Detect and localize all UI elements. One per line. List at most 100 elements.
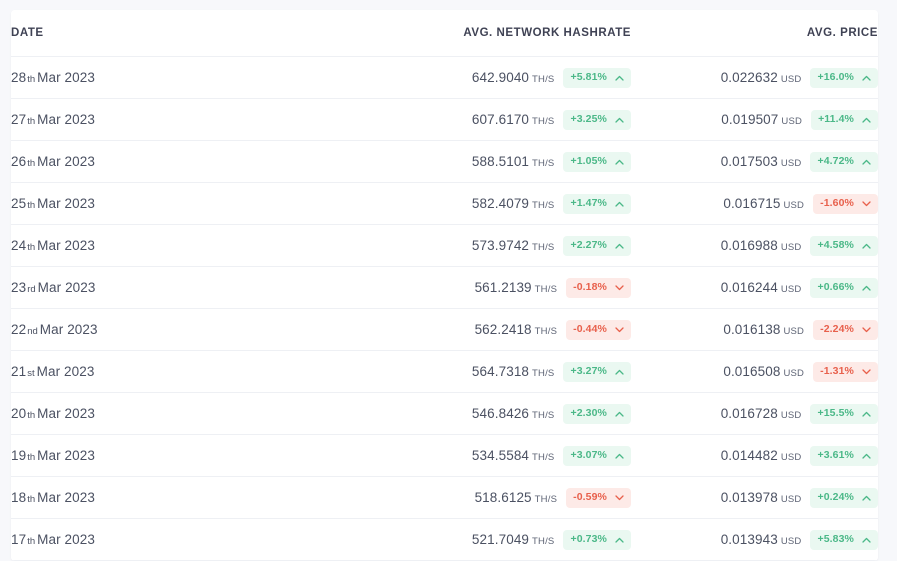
date-ordinal-suffix: th: [27, 241, 36, 253]
hashrate-value: 607.6170: [471, 111, 530, 127]
table-header-row: DATE AVG. NETWORK HASHRATE AVG. PRICE: [11, 10, 878, 57]
change-badge: +16.0%: [810, 67, 878, 88]
date-ordinal-suffix: st: [27, 367, 35, 379]
change-badge: -0.44%: [566, 319, 631, 340]
chevron-up-icon: [615, 537, 624, 543]
date-ordinal-suffix: th: [27, 409, 36, 421]
table-row[interactable]: 26th Mar 2023 588.5101 TH/s +1.05% 0.017503 US…: [11, 140, 878, 183]
date-ordinal-suffix: th: [27, 199, 36, 211]
price-value: 0.017503: [720, 153, 778, 169]
hashrate-value: 582.4079: [471, 195, 530, 211]
chevron-up-icon: [862, 75, 871, 81]
table-row[interactable]: 18th Mar 2023 518.6125 TH/s -0.59% 0.013978 US…: [11, 476, 878, 519]
cell-date: 21st Mar 2023: [11, 350, 311, 393]
table-row[interactable]: 28th Mar 2023 642.9040 TH/s +5.81% 0.022632 US…: [11, 56, 878, 99]
price-unit: USD: [781, 115, 803, 127]
date-day: 23: [11, 279, 27, 295]
hashrate-unit: TH/s: [532, 409, 555, 421]
date-ordinal-suffix: th: [27, 493, 36, 505]
cell-avg-price: 0.016138 USD -2.24%: [631, 308, 878, 351]
table-row[interactable]: 27th Mar 2023 607.6170 TH/s +3.25% 0.019507 US…: [11, 98, 878, 141]
cell-avg-network-hashrate: 642.9040 TH/s +5.81%: [311, 56, 631, 99]
change-percent: +0.24%: [817, 491, 854, 504]
date-ordinal-suffix: th: [27, 535, 36, 547]
price-unit: USD: [780, 73, 802, 85]
cell-avg-price: 0.019507 USD +11.4%: [631, 98, 878, 141]
chevron-down-icon: [862, 326, 871, 333]
cell-avg-price: 0.016988 USD +4.58%: [631, 224, 878, 267]
hashrate-unit: TH/s: [532, 115, 555, 127]
chevron-up-icon: [615, 117, 624, 123]
change-percent: -0.44%: [573, 323, 607, 336]
cell-avg-network-hashrate: 573.9742 TH/s +2.27%: [311, 224, 631, 267]
date-ordinal-suffix: th: [27, 451, 36, 463]
table-row[interactable]: 22nd Mar 2023 562.2418 TH/s -0.44% 0.016138 US…: [11, 308, 878, 351]
date-day: 26: [11, 153, 27, 169]
column-header-date[interactable]: DATE: [11, 10, 311, 57]
table-row[interactable]: 20th Mar 2023 546.8426 TH/s +2.30% 0.016728 US…: [11, 392, 878, 435]
price-value: 0.013978: [720, 489, 778, 505]
price-value: 0.016715: [723, 195, 781, 211]
chevron-up-icon: [862, 537, 871, 543]
cell-date: 23rd Mar 2023: [11, 266, 311, 309]
cell-date: 28th Mar 2023: [11, 56, 311, 99]
cell-avg-network-hashrate: 521.7049 TH/s +0.73%: [311, 518, 631, 561]
cell-avg-price: 0.013943 USD +5.83%: [631, 518, 878, 561]
hashrate-value: 546.8426: [471, 405, 530, 421]
table-row[interactable]: 24th Mar 2023 573.9742 TH/s +2.27% 0.016988 US…: [11, 224, 878, 267]
change-percent: -1.60%: [820, 197, 854, 210]
hashrate-value: 562.2418: [474, 321, 532, 337]
cell-avg-price: 0.016508 USD -1.31%: [631, 350, 878, 393]
date-month-year: Mar 2023: [37, 279, 96, 295]
hashrate-unit: TH/s: [532, 367, 555, 379]
cell-avg-price: 0.016715 USD -1.60%: [631, 182, 878, 225]
change-badge: -0.18%: [566, 277, 631, 298]
date-month-year: Mar 2023: [37, 237, 95, 253]
change-badge: -0.59%: [566, 487, 631, 508]
price-value: 0.019507: [721, 111, 779, 127]
cell-avg-price: 0.013978 USD +0.24%: [631, 476, 878, 519]
date-month-year: Mar 2023: [37, 153, 95, 169]
price-value: 0.014482: [720, 447, 778, 463]
hashrate-unit: TH/s: [532, 199, 555, 211]
table-row[interactable]: 23rd Mar 2023 561.2139 TH/s -0.18% 0.016244 US…: [11, 266, 878, 309]
chevron-down-icon: [862, 368, 871, 375]
table-row[interactable]: 17th Mar 2023 521.7049 TH/s +0.73% 0.013943 US…: [11, 518, 878, 561]
change-badge: +3.27%: [563, 361, 631, 382]
chevron-up-icon: [615, 201, 624, 207]
change-percent: +2.27%: [570, 239, 607, 252]
cell-avg-price: 0.022632 USD +16.0%: [631, 56, 878, 99]
price-unit: USD: [783, 199, 805, 211]
date-day: 21: [11, 363, 27, 379]
table-row[interactable]: 25th Mar 2023 582.4079 TH/s +1.47% 0.016715 US…: [11, 182, 878, 225]
price-unit: USD: [780, 157, 802, 169]
date-day: 24: [11, 237, 27, 253]
change-percent: -0.59%: [573, 491, 607, 504]
cell-avg-network-hashrate: 607.6170 TH/s +3.25%: [311, 98, 631, 141]
cell-date: 27th Mar 2023: [11, 98, 311, 141]
date-day: 28: [11, 69, 27, 85]
column-header-avg-price[interactable]: AVG. PRICE: [631, 10, 878, 57]
change-percent: -2.24%: [820, 323, 854, 336]
change-badge: +0.24%: [810, 487, 878, 508]
change-badge: +4.58%: [810, 235, 878, 256]
change-badge: +3.07%: [563, 445, 631, 466]
table-row[interactable]: 21st Mar 2023 564.7318 TH/s +3.27% 0.016508 US…: [11, 350, 878, 393]
table-row[interactable]: 19th Mar 2023 534.5584 TH/s +3.07% 0.014482 US…: [11, 434, 878, 477]
hashrate-unit: TH/s: [532, 157, 555, 169]
date-ordinal-suffix: th: [27, 115, 36, 127]
cell-avg-price: 0.016244 USD +0.66%: [631, 266, 878, 309]
cell-date: 20th Mar 2023: [11, 392, 311, 435]
date-ordinal-suffix: nd: [27, 325, 38, 337]
network-stats-table: DATE AVG. NETWORK HASHRATE AVG. PRICE 28…: [11, 10, 878, 561]
column-header-avg-network-hashrate[interactable]: AVG. NETWORK HASHRATE: [311, 10, 631, 57]
hashrate-unit: TH/s: [532, 73, 555, 85]
date-month-year: Mar 2023: [37, 531, 95, 547]
change-percent: +5.83%: [817, 533, 854, 546]
date-month-year: Mar 2023: [37, 69, 95, 85]
chevron-up-icon: [615, 369, 624, 375]
change-badge: +5.81%: [563, 67, 631, 88]
chevron-up-icon: [615, 243, 624, 249]
hashrate-value: 573.9742: [471, 237, 530, 253]
change-percent: +0.66%: [817, 281, 854, 294]
